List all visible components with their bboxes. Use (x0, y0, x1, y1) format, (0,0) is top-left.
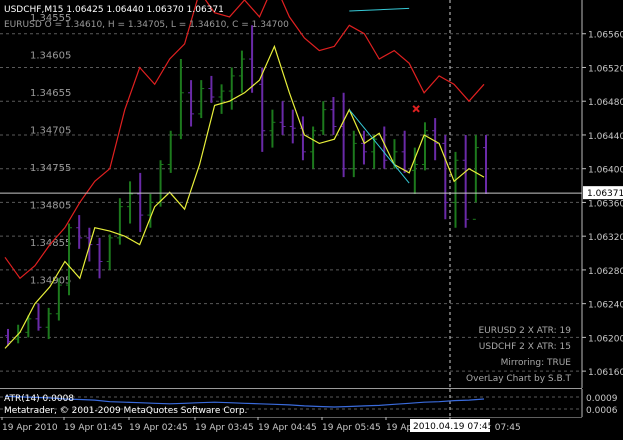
atr-label: ATR(14) 0.0008 (4, 394, 74, 404)
cyan-trendline-lower (348, 109, 410, 184)
time-tick-label: 19 Apr 05:45 (322, 423, 381, 433)
time-tick-label: 19 Apr 01:45 (64, 423, 123, 433)
crosshair-time-label: 2010.04.19 07:45 (413, 422, 493, 432)
time-tick-label: 19 Apr 03:45 (195, 423, 254, 433)
price-tick-label: 1.06200 (588, 334, 623, 344)
chart-header-overlay: EURUSD O = 1.34610, H = 1.34705, L = 1.3… (4, 20, 289, 30)
price-tick-label: 1.06360 (588, 199, 623, 209)
overlay-tick-label: 1.34755 (30, 163, 71, 174)
price-tick-label: 1.06320 (588, 233, 623, 243)
info-box-line: EURUSD 2 X ATR: 19 (478, 326, 571, 336)
atr-indicator-pane[interactable]: 0.0009 0.0006 ATR(14) 0.0008 Metatrader, © … (0, 389, 623, 417)
price-tick-label: 1.06560 (588, 31, 623, 41)
time-tick-label: 19 Apr 02:45 (129, 423, 188, 433)
red-overlay-line (4, 0, 485, 280)
current-price-label: 1.06371 (587, 189, 623, 199)
price-tick-label: 1.06480 (588, 98, 623, 108)
time-axis: 19 Apr 2010 19 Apr 01:45 19 Apr 02:45 19 Ap… (0, 416, 623, 436)
yellow-overlay-line (4, 44, 485, 349)
price-tick-label: 1.06400 (588, 166, 623, 176)
overlay-tick-label: 1.34655 (30, 88, 71, 99)
time-tick-label: 19 Apr 04:45 (258, 423, 317, 433)
time-axis-labels: 19 Apr 2010 19 Apr 01:45 19 Apr 02:45 19 Ap… (0, 416, 582, 433)
overlay-tick-label: 1.34605 (30, 51, 71, 62)
info-box-line: USDCHF 2 X ATR: 15 (479, 342, 571, 352)
atr-tick-label: 0.0006 (586, 406, 618, 416)
atr-tick-label: 0.0009 (586, 394, 618, 404)
overlay-tick-label: 1.34805 (30, 201, 71, 212)
time-tick-label: 19 Apr 2010 (2, 423, 58, 433)
overlay-tick-label: 1.34705 (30, 126, 71, 137)
info-box-line: Mirroring: TRUE (501, 358, 572, 368)
price-tick-label: 1.06280 (588, 267, 623, 277)
atr-chart: 0.0009 0.0006 ATR(14) 0.0008 Metatrader, © … (0, 389, 618, 417)
info-box-line: OverLay Chart by S.B.T (466, 374, 571, 384)
price-chart[interactable]: 1.06560 1.06520 1.06480 1.06440 1.06400 1.063… (0, 0, 623, 388)
main-chart-pane[interactable]: 1.06560 1.06520 1.06480 1.06440 1.06400 1.063… (0, 0, 623, 388)
price-tick-label: 1.06160 (588, 368, 623, 378)
cyan-trendline-upper (349, 7, 410, 12)
price-tick-label: 1.06240 (588, 301, 623, 311)
chart-header-symbol: USDCHF,M15 1.06425 1.06440 1.06370 1.063… (4, 5, 224, 15)
price-tick-label: 1.06440 (588, 132, 623, 142)
price-tick-label: 1.06520 (588, 64, 623, 74)
copyright-text: Metatrader, © 2001-2009 MetaQuotes Softw… (4, 406, 247, 416)
